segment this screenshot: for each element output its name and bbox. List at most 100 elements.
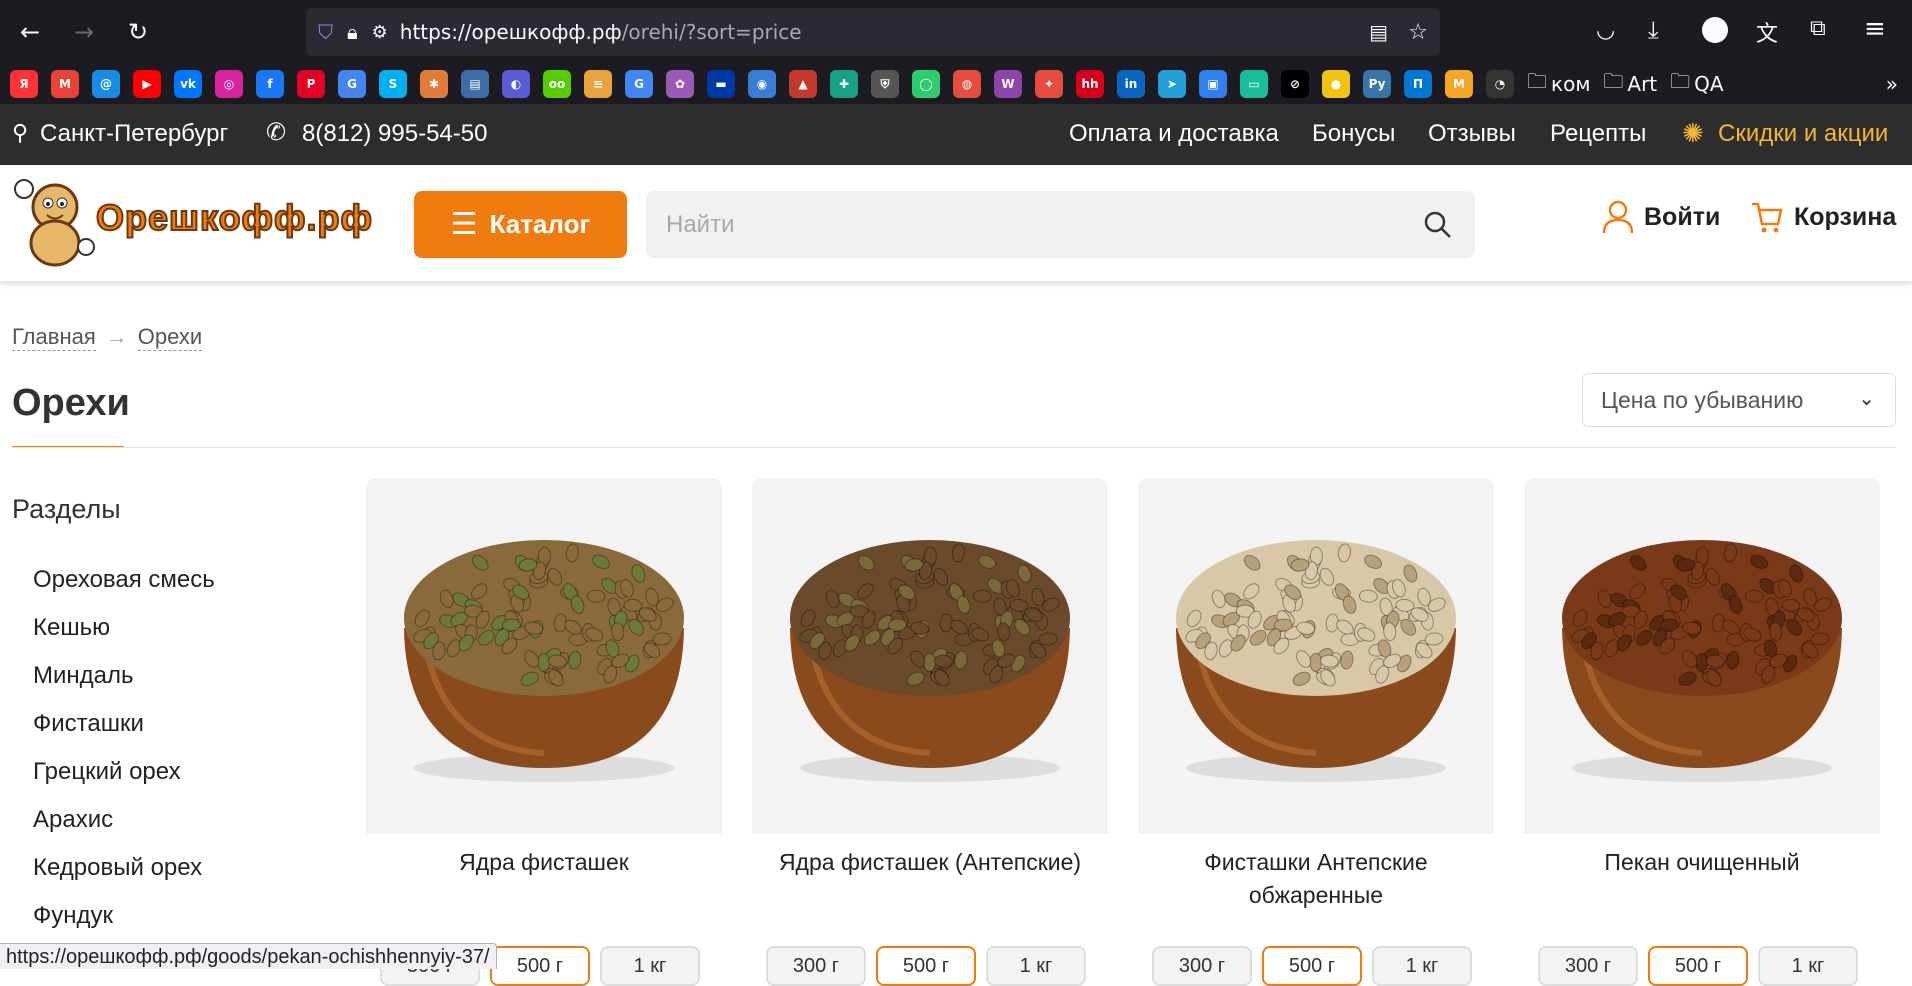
product-title[interactable]: Ядра фисташек [366,846,722,879]
phone-number[interactable]: 8(812) 995-54-50 [302,120,487,148]
sidebar-item-cashew[interactable]: Кешью [33,614,110,642]
bookmark-icon-4[interactable]: ◉ [748,70,776,98]
youtube-icon[interactable]: ▶ [133,70,161,98]
sidebar-item-pine-nut[interactable]: Кедровый орех [33,854,202,882]
product-card[interactable]: Ядра фисташек (Антепские) 300 г 500 г 1 … [752,478,1108,986]
bookmark-icon-11[interactable]: ✦ [1035,70,1063,98]
link-promotions[interactable]: Скидки и акции [1718,120,1888,148]
link-reviews[interactable]: Отзывы [1428,120,1516,148]
weight-option-1kg[interactable]: 1 кг [986,946,1086,986]
product-card[interactable]: Фисташки Антепские обжаренные 300 г 500 … [1138,478,1494,986]
menu-icon[interactable]: ≡ [1864,14,1886,44]
bookmark-icon-16[interactable]: П [1404,70,1432,98]
cart-link[interactable]: Корзина [1750,200,1896,234]
mail-icon[interactable]: @ [92,70,120,98]
bookmark-icon-2[interactable]: ≡ [584,70,612,98]
breadcrumb-home[interactable]: Главная [12,324,96,351]
bookmark-icon-10[interactable]: W [994,70,1022,98]
bookmark-icon-6[interactable]: ✚ [830,70,858,98]
product-image[interactable] [752,478,1108,834]
permissions-icon[interactable]: ⚙ [372,22,388,43]
flag-icon[interactable]: ▬ [707,70,735,98]
duolingo-icon[interactable]: oo [543,70,571,98]
link-recipes[interactable]: Рецепты [1550,120,1646,148]
reader-view-icon[interactable]: ▤ [1369,20,1388,44]
bookmark-icon-9[interactable]: ◍ [953,70,981,98]
back-button[interactable]: ← [10,12,50,52]
product-card[interactable]: Ядра фисташек 300 г 500 г 1 кг [366,478,722,986]
weight-option-1kg[interactable]: 1 кг [1372,946,1472,986]
bookmark-icon-15[interactable]: ● [1322,70,1350,98]
sidebar-item-pistachio[interactable]: Фисташки [33,710,144,738]
sidebar-item-peanut[interactable]: Арахис [33,806,113,834]
puzzle-icon[interactable]: ✱ [420,70,448,98]
weight-option-300[interactable]: 300 г [1152,946,1252,986]
yandex-icon[interactable]: Я [10,70,38,98]
sort-dropdown[interactable]: Цена по убыванию ⌄ [1582,373,1896,427]
python-icon[interactable]: Py [1363,70,1391,98]
facebook-icon[interactable]: f [256,70,284,98]
site-logo[interactable]: Орешкофф.рф [10,177,373,269]
bookmark-icon-7[interactable]: ⛨ [871,70,899,98]
weight-option-300[interactable]: 300 г [1538,946,1638,986]
url-bar[interactable]: ⛉ 🔒︎ ⚙ https://орешкофф.рф/orehi/?sort=p… [306,8,1440,56]
extensions-icon[interactable]: ⧉ [1810,16,1826,41]
product-image[interactable] [1138,478,1494,834]
skype-icon[interactable]: S [379,70,407,98]
forward-button[interactable]: → [64,12,104,52]
pocket-icon[interactable]: ◡ [1596,18,1615,43]
product-title[interactable]: Фисташки Антепские обжаренные [1138,846,1494,912]
search-icon[interactable] [1423,210,1453,240]
product-card[interactable]: Пекан очищенный 300 г 500 г 1 кг [1524,478,1880,986]
login-link[interactable]: Войти [1602,200,1720,234]
product-image[interactable] [1524,478,1880,834]
news-icon[interactable]: ▤ [461,70,489,98]
bookmark-folder[interactable]: 🗀︎ QA [1670,67,1723,101]
hh-icon[interactable]: hh [1076,70,1104,98]
linkedin-icon[interactable]: in [1117,70,1145,98]
vk-icon[interactable]: vk [174,70,202,98]
search-input[interactable] [666,210,1406,239]
bookmark-icon-14[interactable]: ⊘ [1281,70,1309,98]
bookmark-folder[interactable]: 🗀︎ Art [1603,67,1657,101]
product-title[interactable]: Ядра фисташек (Антепские) [752,846,1108,879]
github-icon[interactable]: ◔ [1486,70,1514,98]
bookmark-icon-3[interactable]: ✿ [666,70,694,98]
weight-option-500[interactable]: 500 г [1648,946,1748,986]
bookmark-folder[interactable]: 🗀︎ ком [1527,67,1590,101]
weight-option-300[interactable]: 300 г [766,946,866,986]
weight-option-1kg[interactable]: 1 кг [600,946,700,986]
weight-option-500[interactable]: 500 г [490,946,590,986]
pinterest-icon[interactable]: P [297,70,325,98]
star-icon[interactable]: ☆ [1408,20,1428,45]
sidebar-item-walnut[interactable]: Грецкий орех [33,758,181,786]
weight-option-1kg[interactable]: 1 кг [1758,946,1858,986]
weight-option-500[interactable]: 500 г [1262,946,1362,986]
city-selector[interactable]: Санкт-Петербург [40,120,228,148]
bookmark-icon-17[interactable]: M [1445,70,1473,98]
profile-icon[interactable] [1702,17,1728,43]
translate-addon-icon[interactable]: 文 [1756,16,1778,48]
weight-option-500[interactable]: 500 г [876,946,976,986]
link-bonuses[interactable]: Бонусы [1312,120,1395,148]
catalog-button[interactable]: ☰ Каталог [414,191,627,258]
bookmark-icon-8[interactable]: ◯ [912,70,940,98]
bookmark-icon-13[interactable]: ▭ [1240,70,1268,98]
breadcrumb-current[interactable]: Орехи [137,324,203,351]
sidebar-item-almond[interactable]: Миндаль [33,662,134,690]
gmail-icon[interactable]: M [51,70,79,98]
bookmark-icon-1[interactable]: ◐ [502,70,530,98]
bookmark-icon-5[interactable]: ▲ [789,70,817,98]
product-image[interactable] [366,478,722,834]
sidebar-item-nut-mix[interactable]: Ореховая смесь [33,566,215,594]
more-bookmarks-icon[interactable]: » [1886,72,1898,96]
sidebar-item-hazelnut[interactable]: Фундук [33,902,113,930]
url-text[interactable]: https://орешкофф.рф/orehi/?sort=price [400,20,802,44]
bookmark-icon-12[interactable]: ▣ [1199,70,1227,98]
instagram-icon[interactable]: ◎ [215,70,243,98]
telegram-icon[interactable]: ➤ [1158,70,1186,98]
download-icon[interactable]: ⤓ [1648,16,1659,44]
link-payment-delivery[interactable]: Оплата и доставка [1069,120,1279,148]
product-title[interactable]: Пекан очищенный [1524,846,1880,879]
google-icon[interactable]: G [625,70,653,98]
